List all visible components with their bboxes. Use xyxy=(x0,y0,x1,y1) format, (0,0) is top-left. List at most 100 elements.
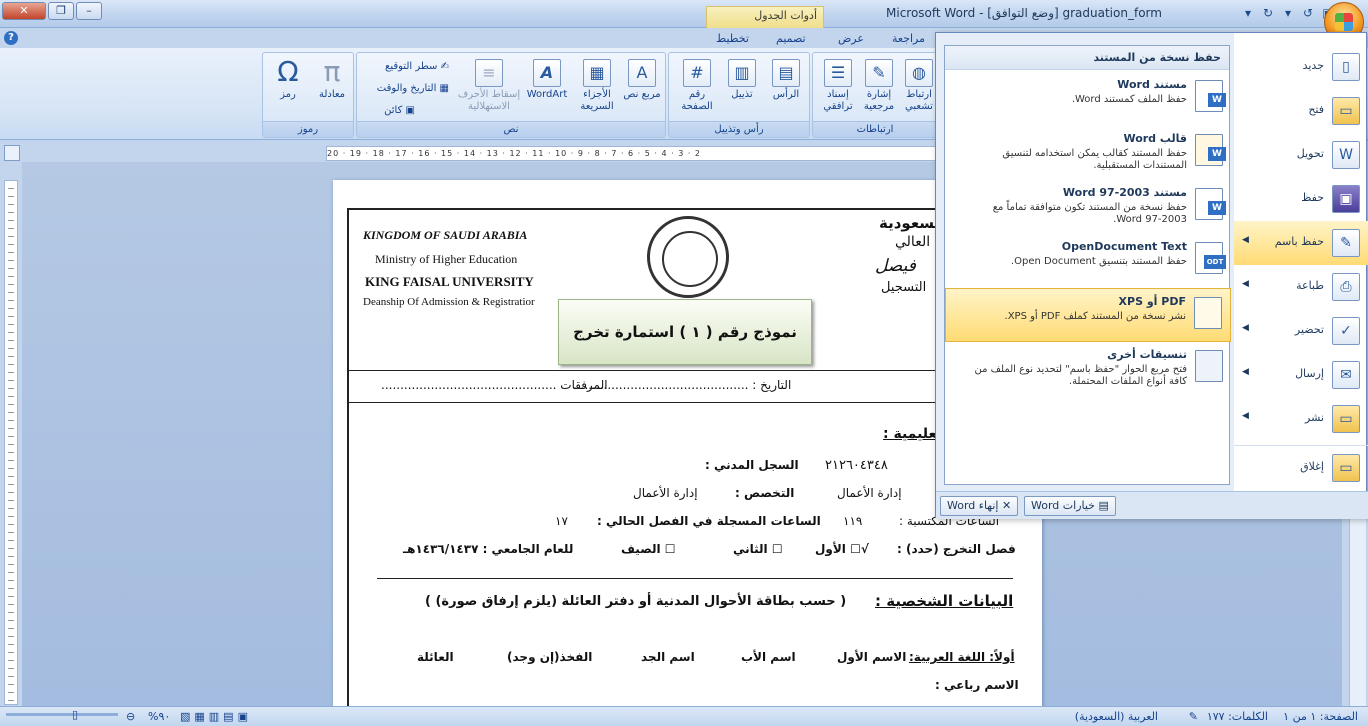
text-box-button[interactable]: A مربع نص xyxy=(621,59,663,101)
word-badge: W xyxy=(1208,93,1226,107)
hyperlink-label: ارتباط تشعبي xyxy=(905,89,933,112)
word-options-button[interactable]: ▤ خيارات Word xyxy=(1024,496,1116,516)
section-education: تعليمية : xyxy=(883,426,942,442)
date-time-button[interactable]: ▦ التاريخ والوقت xyxy=(377,83,449,94)
text-box-label: مربع نص xyxy=(623,89,661,100)
equation-button[interactable]: π معادلة xyxy=(311,58,353,101)
signature-icon: ✍ xyxy=(437,61,449,72)
save-as-pdf-xps[interactable]: PDF أو XPS نشر نسخة من المستند كملف PDF … xyxy=(945,288,1231,342)
language-indicator[interactable]: العربية (السعودية) xyxy=(1075,710,1158,723)
vertical-ruler[interactable] xyxy=(4,180,18,705)
object-button[interactable]: ▣ كائن xyxy=(384,105,415,116)
current-hours-label: الساعات المسجلة في الفصل الحالي : xyxy=(597,514,821,528)
menu-open[interactable]: ▭ فتح xyxy=(1234,89,1368,133)
other-formats-icon xyxy=(1195,350,1223,382)
page-number-button[interactable]: # رقم الصفحة xyxy=(675,59,719,113)
group-links-label: ارتباطات xyxy=(813,121,937,137)
term-second-checkbox[interactable]: ☐ الثاني xyxy=(733,542,783,556)
submenu-arrow-icon: ◀ xyxy=(1242,411,1249,421)
template-badge: W xyxy=(1208,147,1226,161)
customize-qat-icon[interactable]: ▾ xyxy=(1238,4,1258,22)
group-symbols: π معادلة Ω رمز رموز xyxy=(262,52,354,138)
arabic-name-label: أولاً: اللغة العربية: xyxy=(909,650,1015,664)
date-time-label: التاريخ والوقت xyxy=(376,83,437,94)
menu-save-as[interactable]: ✎ حفظ باسم ◀ xyxy=(1234,221,1368,265)
undo-dropdown-icon[interactable]: ▾ xyxy=(1278,4,1298,22)
save-as-word-document[interactable]: W مستند Word حفظ الملف كمستند Word. xyxy=(945,72,1231,126)
menu-new[interactable]: ▯ جديد xyxy=(1234,45,1368,89)
menu-convert[interactable]: W تحويل xyxy=(1234,133,1368,177)
menu-prepare[interactable]: ✓ تحضير ◀ xyxy=(1234,309,1368,353)
major-value: إدارة الأعمال xyxy=(633,486,698,500)
footer-button[interactable]: ▥ تذييل xyxy=(721,59,763,101)
proofing-icon[interactable]: ✎ xyxy=(1189,710,1198,723)
tab-design[interactable]: تصميم xyxy=(776,32,806,45)
undo-icon[interactable]: ↺ xyxy=(1298,4,1318,22)
menu-save-label: حفظ xyxy=(1301,191,1324,204)
exit-word-button[interactable]: ✕ إنهاء Word xyxy=(940,496,1019,516)
close-window-button[interactable]: ✕ xyxy=(2,2,46,20)
restore-window-button[interactable]: ❐ xyxy=(48,2,74,20)
header-label: الرأس xyxy=(772,89,800,100)
context-tab-label: أدوات الجدول xyxy=(706,6,824,28)
earned-hours-value: ١١٩ xyxy=(843,514,863,528)
zoom-out-icon[interactable]: ⊖ xyxy=(126,710,135,723)
tab-layout[interactable]: تخطيط xyxy=(716,32,749,45)
ar-header-3: فيصل xyxy=(875,256,916,276)
horizontal-ruler[interactable]: 20 · 19 · 18 · 17 · 16 · 15 · 14 · 13 · … xyxy=(326,146,936,161)
signature-line-button[interactable]: ✍ سطر التوقيع xyxy=(385,61,449,72)
zoom-slider[interactable] xyxy=(6,713,118,716)
wordart-label: WordArt xyxy=(526,89,568,100)
wordart-button[interactable]: A WordArt xyxy=(523,59,571,101)
hyperlink-button[interactable]: ◍ ارتباط تشعبي xyxy=(899,59,939,113)
save-as-other-formats[interactable]: تنسيقات أخرى فتح مربع الحوار "حفظ باسم" … xyxy=(945,342,1231,396)
menu-save[interactable]: ▣ حفظ xyxy=(1234,177,1368,221)
drop-cap-button[interactable]: ≡ إسقاط الأحرف الاستهلالية xyxy=(457,59,521,113)
folder-open-icon: ▭ xyxy=(1332,97,1360,125)
tab-selector[interactable] xyxy=(4,145,20,161)
menu-send-label: إرسال xyxy=(1295,367,1324,380)
prepare-icon: ✓ xyxy=(1332,317,1360,345)
tab-view[interactable]: عرض xyxy=(838,32,864,45)
word-template-icon: W xyxy=(1195,134,1226,166)
exit-word-label: إنهاء Word xyxy=(947,499,999,512)
submenu-arrow-icon: ◀ xyxy=(1242,235,1249,245)
header-button[interactable]: ▤ الرأس xyxy=(765,59,807,101)
menu-print[interactable]: ⎙ طباعة ◀ xyxy=(1234,265,1368,309)
quick-parts-icon: ▦ xyxy=(583,59,611,87)
term-summer-checkbox[interactable]: ☐ الصيف xyxy=(621,542,676,556)
menu-prepare-label: تحضير xyxy=(1294,323,1324,336)
tab-review[interactable]: مراجعة xyxy=(892,32,925,45)
symbol-button[interactable]: Ω رمز xyxy=(267,58,309,101)
submenu-arrow-icon: ◀ xyxy=(1242,279,1249,289)
redo-icon[interactable]: ↻ xyxy=(1258,4,1278,22)
view-buttons[interactable]: ▣▤▥▦▧ xyxy=(180,710,252,723)
term-first-checkbox[interactable]: √☐ الأول xyxy=(815,542,869,556)
group-text-label: نص xyxy=(357,121,665,137)
menu-close[interactable]: ▭ إغلاق xyxy=(1234,445,1368,489)
page-indicator[interactable]: الصفحة: ١ من ١ xyxy=(1283,710,1358,723)
minimize-window-button[interactable]: – xyxy=(76,2,102,20)
save-as-icon: ✎ xyxy=(1332,229,1360,257)
zoom-thumb[interactable]: ▯ xyxy=(72,708,78,721)
quick-parts-button[interactable]: ▦ الأجزاء السريعة xyxy=(575,59,619,113)
zoom-level[interactable]: ٩٠% xyxy=(148,710,170,723)
save-as-word-template[interactable]: W قالب Word حفظ المستند كقالب يمكن استخد… xyxy=(945,126,1231,180)
cross-reference-button[interactable]: ☰ إسناد ترافقي xyxy=(817,59,859,113)
word97-badge: W xyxy=(1208,201,1226,215)
grandfather-name-header: اسم الجد xyxy=(641,650,695,664)
save-as-word-97-2003[interactable]: W مستند Word 97-2003 حفظ نسخة من المستند… xyxy=(945,180,1231,234)
office-menu: حفظ نسخة من المستند W مستند Word حفظ الم… xyxy=(935,32,1368,519)
first-name-header: الاسم الأول xyxy=(837,650,907,664)
menu-send[interactable]: ✉ إرسال ◀ xyxy=(1234,353,1368,397)
word-count[interactable]: الكلمات: ١٧٧ xyxy=(1207,710,1268,723)
save-as-opendocument[interactable]: ODT OpenDocument Text حفظ المستند بتنسيق… xyxy=(945,234,1231,288)
word-97-desc: حفظ نسخة من المستند تكون متوافقة تماماً … xyxy=(992,202,1187,225)
tribe-header: الفخذ(إن وجد) xyxy=(507,650,593,664)
menu-publish[interactable]: ▭ نشر ◀ xyxy=(1234,397,1368,441)
submenu-header: حفظ نسخة من المستند xyxy=(945,46,1229,70)
bookmark-button[interactable]: ✎ إشارة مرجعية xyxy=(859,59,899,113)
close-folder-icon: ▭ xyxy=(1332,454,1360,482)
office-menu-footer: ▤ خيارات Word ✕ إنهاء Word xyxy=(936,491,1368,519)
object-icon: ▣ xyxy=(402,105,415,116)
